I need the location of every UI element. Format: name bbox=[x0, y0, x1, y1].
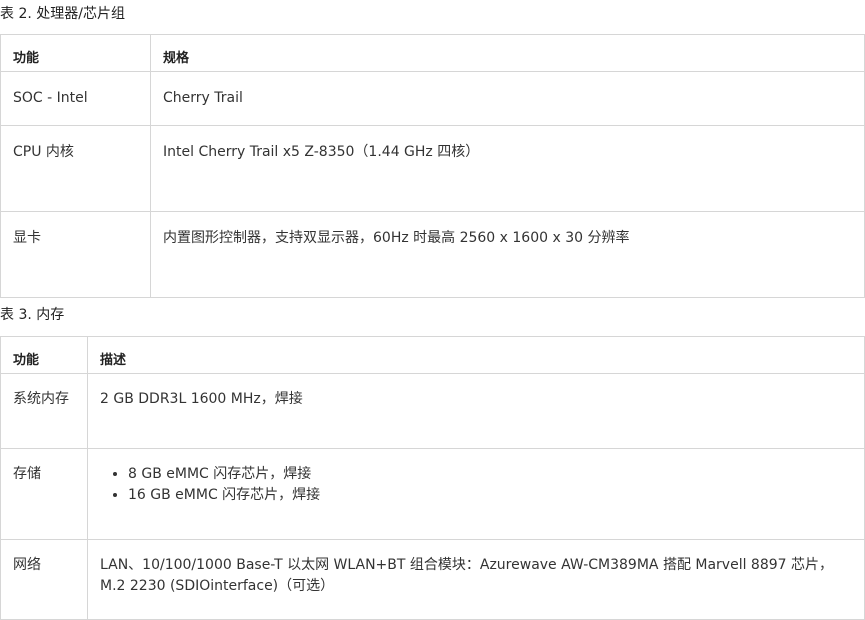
table-header-row: 功能 描述 bbox=[0, 336, 865, 374]
description-cell: LAN、10/100/1000 Base-T 以太网 WLAN+BT 组合模块：… bbox=[87, 539, 865, 620]
column-header-description: 描述 bbox=[87, 336, 865, 374]
feature-cell: CPU 内核 bbox=[0, 125, 151, 212]
table-row: CPU 内核 Intel Cherry Trail x5 Z-8350（1.44… bbox=[0, 125, 865, 212]
feature-cell: 显卡 bbox=[0, 211, 151, 298]
table2-caption: 表 2. 处理器/芯片组 bbox=[0, 6, 125, 22]
description-cell: 2 GB DDR3L 1600 MHz，焊接 bbox=[87, 373, 865, 449]
spec-cell: Intel Cherry Trail x5 Z-8350（1.44 GHz 四核… bbox=[150, 125, 865, 212]
feature-cell: 网络 bbox=[0, 539, 88, 620]
table-row: SOC - Intel Cherry Trail bbox=[0, 71, 865, 126]
column-header-feature: 功能 bbox=[0, 336, 88, 374]
table-row: 显卡 内置图形控制器，支持双显示器，60Hz 时最高 2560 x 1600 x… bbox=[0, 211, 865, 298]
feature-cell: 系统内存 bbox=[0, 373, 88, 449]
storage-list: 8 GB eMMC 闪存芯片，焊接 16 GB eMMC 闪存芯片，焊接 bbox=[100, 464, 852, 506]
spec-cell: 内置图形控制器，支持双显示器，60Hz 时最高 2560 x 1600 x 30… bbox=[150, 211, 865, 298]
processor-chipset-table: 功能 规格 SOC - Intel Cherry Trail CPU 内核 In… bbox=[0, 34, 865, 298]
table3-caption: 表 3. 内存 bbox=[0, 307, 65, 323]
feature-cell: 存储 bbox=[0, 448, 88, 540]
list-item: 8 GB eMMC 闪存芯片，焊接 bbox=[128, 464, 852, 485]
memory-table: 功能 描述 系统内存 2 GB DDR3L 1600 MHz，焊接 存储 8 G… bbox=[0, 336, 865, 620]
feature-cell: SOC - Intel bbox=[0, 71, 151, 126]
spec-cell: Cherry Trail bbox=[150, 71, 865, 126]
description-cell: 8 GB eMMC 闪存芯片，焊接 16 GB eMMC 闪存芯片，焊接 bbox=[87, 448, 865, 540]
table-row: 网络 LAN、10/100/1000 Base-T 以太网 WLAN+BT 组合… bbox=[0, 539, 865, 620]
table-row: 系统内存 2 GB DDR3L 1600 MHz，焊接 bbox=[0, 373, 865, 449]
column-header-feature: 功能 bbox=[0, 34, 151, 72]
table-row: 存储 8 GB eMMC 闪存芯片，焊接 16 GB eMMC 闪存芯片，焊接 bbox=[0, 448, 865, 540]
list-item: 16 GB eMMC 闪存芯片，焊接 bbox=[128, 485, 852, 506]
table-header-row: 功能 规格 bbox=[0, 34, 865, 72]
column-header-spec: 规格 bbox=[150, 34, 865, 72]
